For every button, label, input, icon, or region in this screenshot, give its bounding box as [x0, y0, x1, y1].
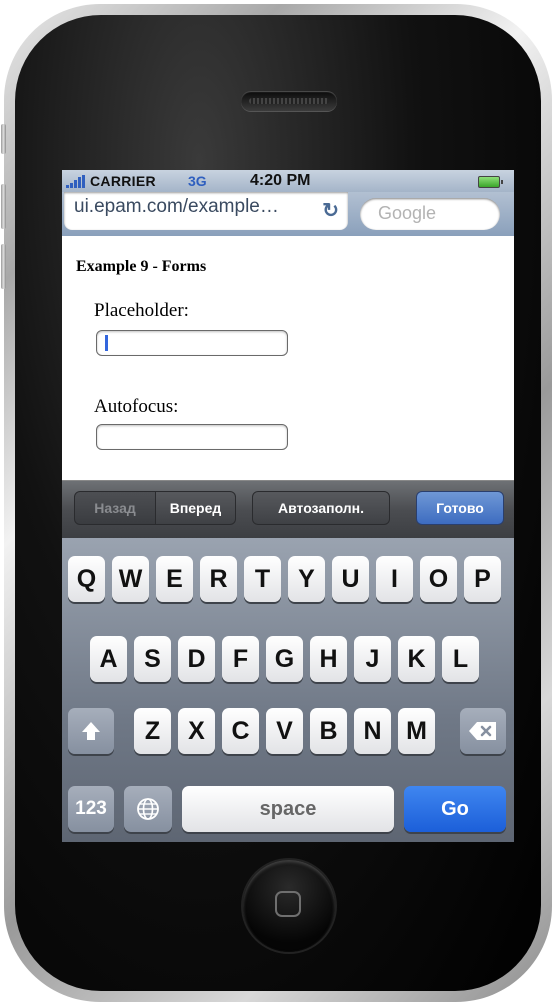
- autofill-button[interactable]: Автозаполн.: [252, 491, 390, 525]
- key-s[interactable]: S: [134, 636, 171, 682]
- backspace-icon: [469, 722, 496, 740]
- key-x[interactable]: X: [178, 708, 215, 754]
- search-placeholder: Google: [378, 203, 437, 223]
- earpiece-speaker: [241, 91, 337, 111]
- key-k[interactable]: K: [398, 636, 435, 682]
- key-m[interactable]: M: [398, 708, 435, 754]
- previous-button[interactable]: Назад: [74, 491, 156, 525]
- space-key[interactable]: space: [182, 786, 394, 832]
- browser-nav-bar: ui.epam.com/example… ↻ Google: [62, 192, 514, 236]
- key-q[interactable]: Q: [68, 556, 105, 602]
- key-o[interactable]: O: [420, 556, 457, 602]
- key-r[interactable]: R: [200, 556, 237, 602]
- key-i[interactable]: I: [376, 556, 413, 602]
- go-key[interactable]: Go: [404, 786, 506, 832]
- key-u[interactable]: U: [332, 556, 369, 602]
- key-g[interactable]: G: [266, 636, 303, 682]
- key-h[interactable]: H: [310, 636, 347, 682]
- key-p[interactable]: P: [464, 556, 501, 602]
- done-button[interactable]: Готово: [416, 491, 504, 525]
- signal-icon: [66, 175, 88, 188]
- key-j[interactable]: J: [354, 636, 391, 682]
- address-bar[interactable]: ui.epam.com/example… ↻: [64, 192, 348, 230]
- key-z[interactable]: Z: [134, 708, 171, 754]
- reload-icon[interactable]: ↻: [322, 198, 339, 223]
- text-caret: [105, 335, 108, 351]
- web-content: Example 9 - Forms Placeholder: Autofocus…: [62, 236, 514, 480]
- globe-icon: [137, 798, 159, 820]
- volume-up-button: [1, 184, 6, 229]
- placeholder-label: Placeholder:: [94, 300, 189, 321]
- numbers-key[interactable]: 123: [68, 786, 114, 832]
- url-text: ui.epam.com/example…: [74, 196, 279, 217]
- screen: CARRIER 3G 4:20 PM ui.epam.com/example… …: [62, 170, 514, 842]
- key-w[interactable]: W: [112, 556, 149, 602]
- key-a[interactable]: A: [90, 636, 127, 682]
- keyboard: Q W E R T Y U I O P A S D F G H J K L Z …: [62, 538, 514, 842]
- page-title: Example 9 - Forms: [76, 258, 207, 275]
- home-square-icon: [275, 891, 301, 917]
- shift-key[interactable]: [68, 708, 114, 754]
- key-n[interactable]: N: [354, 708, 391, 754]
- key-c[interactable]: C: [222, 708, 259, 754]
- next-button[interactable]: Вперед: [156, 491, 236, 525]
- shift-icon: [82, 722, 100, 740]
- key-b[interactable]: B: [310, 708, 347, 754]
- form-assistant-toolbar: Назад Вперед Автозаполн. Готово: [62, 480, 514, 539]
- key-d[interactable]: D: [178, 636, 215, 682]
- key-e[interactable]: E: [156, 556, 193, 602]
- network-type: 3G: [188, 173, 207, 189]
- battery-icon: [478, 176, 503, 188]
- volume-down-button: [1, 244, 6, 289]
- home-button[interactable]: [243, 860, 335, 952]
- search-field[interactable]: Google: [360, 198, 500, 230]
- autofocus-label: Autofocus:: [94, 396, 179, 417]
- key-y[interactable]: Y: [288, 556, 325, 602]
- key-l[interactable]: L: [442, 636, 479, 682]
- key-v[interactable]: V: [266, 708, 303, 754]
- placeholder-input[interactable]: [96, 330, 288, 356]
- clock: 4:20 PM: [250, 172, 311, 189]
- key-f[interactable]: F: [222, 636, 259, 682]
- status-bar: CARRIER 3G 4:20 PM: [62, 170, 514, 192]
- mute-switch: [1, 124, 6, 154]
- globe-key[interactable]: [124, 786, 172, 832]
- carrier-name: CARRIER: [90, 173, 156, 189]
- autofocus-input[interactable]: [96, 424, 288, 450]
- key-t[interactable]: T: [244, 556, 281, 602]
- delete-key[interactable]: [460, 708, 506, 754]
